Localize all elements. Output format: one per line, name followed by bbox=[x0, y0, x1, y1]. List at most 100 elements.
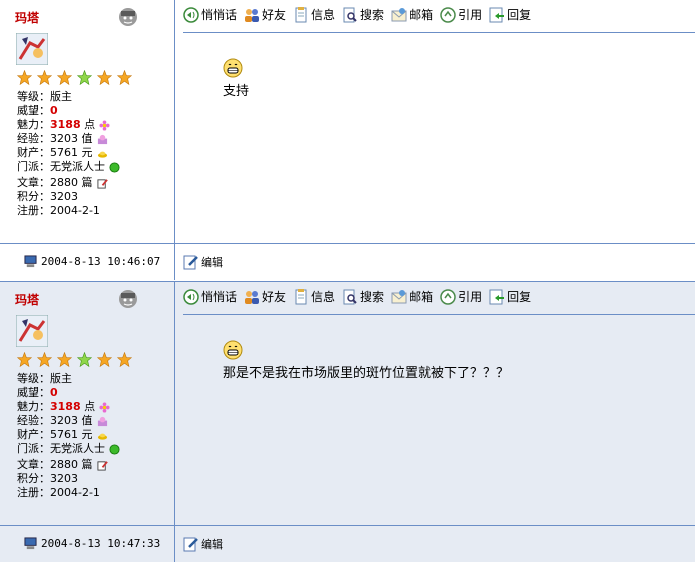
edit-icon bbox=[183, 255, 198, 270]
charm: 魅力： 3188 点 bbox=[17, 118, 120, 132]
avatar[interactable] bbox=[16, 315, 48, 347]
star-icon bbox=[57, 352, 72, 367]
rank-stars bbox=[17, 70, 132, 85]
post-timestamp: 2004-8-13 10:47:33 bbox=[24, 537, 160, 550]
quote-button[interactable]: 引用 bbox=[440, 6, 482, 23]
post-content: 支持 bbox=[223, 58, 249, 99]
post-footer: 2004-8-13 10:46:07 编辑 bbox=[0, 243, 695, 280]
post-1: 玛塔 等级：版主 威望： 0 魅力： 3188 点 经验：3203 值 财产：5… bbox=[0, 0, 695, 281]
post-content: 那是不是我在市场版里的斑竹位置就被下了？？？ bbox=[223, 340, 509, 381]
friend-button[interactable]: 好友 bbox=[244, 6, 286, 23]
computer-icon bbox=[24, 255, 37, 268]
message-text: 支持 bbox=[223, 84, 250, 99]
pencil-icon bbox=[96, 460, 108, 471]
mail-icon bbox=[391, 289, 407, 303]
registered: 注册：2004-2-1 bbox=[17, 486, 100, 499]
reply-label: 回复 bbox=[507, 8, 532, 22]
experience: 经验：3203 值 bbox=[17, 132, 120, 146]
mail-button[interactable]: 邮箱 bbox=[391, 6, 433, 23]
whisper-label: 悄悄话 bbox=[201, 8, 238, 22]
prestige-value: 0 bbox=[50, 104, 58, 117]
wealth: 财产：5761 元 bbox=[17, 146, 120, 160]
reply-button[interactable]: 回复 bbox=[489, 6, 531, 23]
search-icon bbox=[343, 289, 357, 304]
edit-button[interactable]: 编辑 bbox=[183, 536, 223, 552]
whisper-icon bbox=[183, 6, 199, 23]
star-icon bbox=[117, 70, 132, 85]
document-icon bbox=[295, 6, 307, 22]
wealth: 财产：5761 元 bbox=[17, 428, 120, 442]
flower-icon bbox=[99, 401, 110, 413]
edit-button[interactable]: 编辑 bbox=[183, 254, 223, 270]
star-icon bbox=[77, 352, 92, 367]
online-status-icon bbox=[119, 8, 137, 26]
whisper-button[interactable]: 悄悄话 bbox=[183, 6, 237, 23]
articles-text: 文章：2880 篇 bbox=[17, 458, 93, 471]
mail-button[interactable]: 邮箱 bbox=[391, 288, 433, 305]
computer-icon bbox=[24, 537, 37, 550]
mail-label: 邮箱 bbox=[409, 290, 434, 304]
edit-label: 编辑 bbox=[201, 256, 223, 269]
info-button[interactable]: 信息 bbox=[293, 6, 335, 23]
quote-icon bbox=[440, 6, 456, 23]
friends-icon bbox=[245, 290, 260, 304]
faction: 门派：无党派人士 bbox=[17, 442, 120, 456]
post-timestamp: 2004-8-13 10:46:07 bbox=[24, 255, 160, 268]
star-icon bbox=[37, 352, 52, 367]
articles-text: 文章：2880 篇 bbox=[17, 176, 93, 189]
reply-icon bbox=[489, 7, 505, 22]
quote-button[interactable]: 引用 bbox=[440, 288, 482, 305]
friends-icon bbox=[245, 8, 260, 22]
post-time-cell: 2004-8-13 10:46:07 bbox=[0, 244, 175, 280]
username[interactable]: 玛塔 bbox=[15, 291, 39, 308]
articles: 文章：2880 篇 bbox=[17, 176, 120, 190]
charm-unit: 点 bbox=[84, 118, 96, 131]
post-footer: 2004-8-13 10:47:33 编辑 bbox=[0, 525, 695, 562]
flower-icon bbox=[99, 119, 110, 131]
green-dot-icon bbox=[109, 161, 120, 173]
info-button[interactable]: 信息 bbox=[293, 288, 335, 305]
quote-label: 引用 bbox=[458, 8, 483, 22]
faction: 门派：无党派人士 bbox=[17, 160, 120, 174]
star-icon bbox=[57, 70, 72, 85]
registered: 注册：2004-2-1 bbox=[17, 204, 100, 217]
points: 积分：3203 bbox=[17, 472, 78, 485]
friend-button[interactable]: 好友 bbox=[244, 288, 286, 305]
star-icon bbox=[77, 70, 92, 85]
reply-icon bbox=[489, 289, 505, 304]
info-label: 信息 bbox=[311, 8, 336, 22]
quote-icon bbox=[440, 288, 456, 305]
prestige-value: 0 bbox=[50, 386, 58, 399]
wealth-text: 财产：5761 元 bbox=[17, 146, 93, 159]
search-button[interactable]: 搜索 bbox=[342, 6, 384, 23]
prestige-label: 威望： bbox=[17, 104, 50, 117]
avatar[interactable] bbox=[16, 33, 48, 65]
green-dot-icon bbox=[109, 443, 120, 455]
whisper-label: 悄悄话 bbox=[201, 290, 238, 304]
charm-value: 3188 bbox=[50, 118, 81, 131]
points: 积分：3203 bbox=[17, 190, 78, 203]
whisper-button[interactable]: 悄悄话 bbox=[183, 288, 237, 305]
charm: 魅力： 3188 点 bbox=[17, 400, 120, 414]
charm-label: 魅力： bbox=[17, 400, 50, 413]
prestige: 威望： 0 bbox=[17, 104, 120, 118]
star-icon bbox=[37, 70, 52, 85]
document-icon bbox=[295, 288, 307, 304]
rank: 等级：版主 bbox=[17, 90, 72, 103]
gold-ingot-icon bbox=[97, 433, 107, 440]
info-label: 信息 bbox=[311, 290, 336, 304]
edit-label: 编辑 bbox=[201, 538, 223, 551]
edit-icon bbox=[183, 537, 198, 552]
username[interactable]: 玛塔 bbox=[15, 9, 39, 26]
search-button[interactable]: 搜索 bbox=[342, 288, 384, 305]
timestamp-text: 2004-8-13 10:47:33 bbox=[41, 537, 161, 550]
toolbar-divider bbox=[183, 314, 695, 315]
reply-button[interactable]: 回复 bbox=[489, 288, 531, 305]
charm-value: 3188 bbox=[50, 400, 81, 413]
user-stats: 等级：版主 威望： 0 魅力： 3188 点 经验：3203 值 财产：5761 元… bbox=[17, 90, 120, 218]
whisper-icon bbox=[183, 288, 199, 305]
search-icon bbox=[343, 7, 357, 22]
friend-label: 好友 bbox=[262, 8, 287, 22]
experience: 经验：3203 值 bbox=[17, 414, 120, 428]
post-body: 悄悄话 好友 信息 搜索 邮箱 引用 bbox=[175, 0, 695, 243]
